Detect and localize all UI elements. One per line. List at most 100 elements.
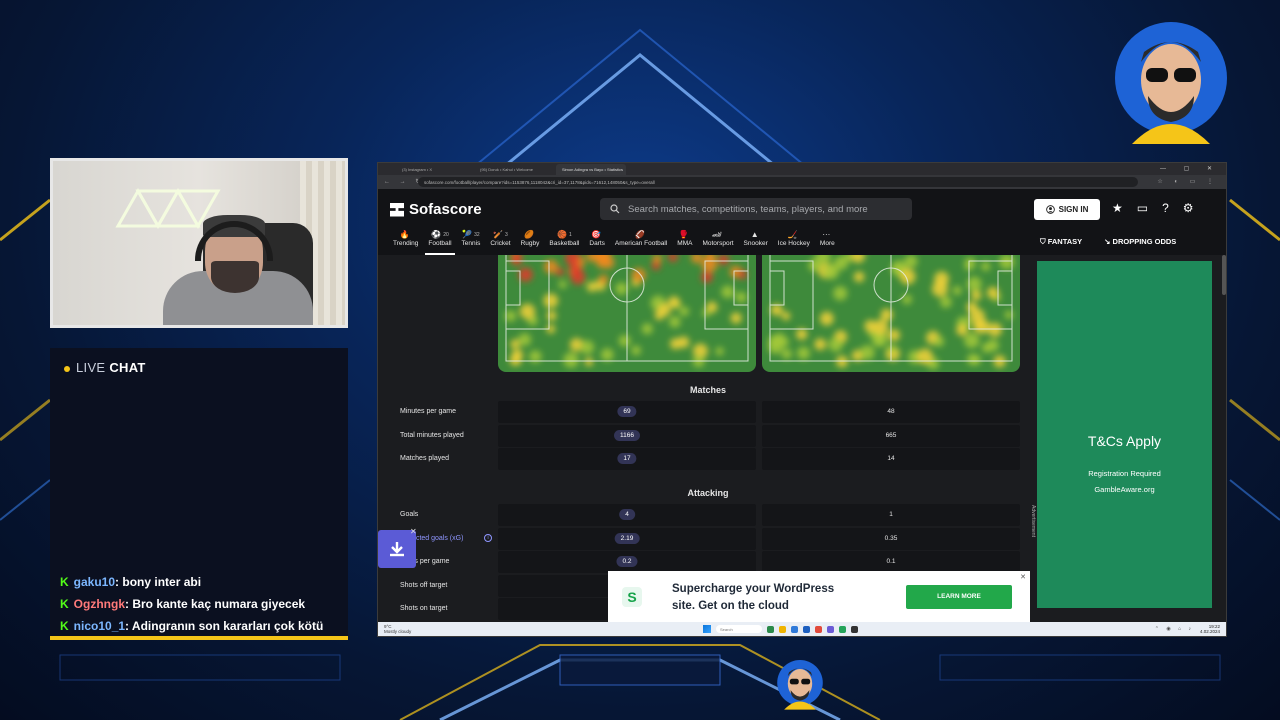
- sport-count: 20: [443, 231, 449, 238]
- sport-tab-motorsport[interactable]: 🏎 Motorsport: [697, 229, 738, 255]
- kick-badge-icon: K: [60, 575, 69, 589]
- chat-text: : Bro kante kaç numara giyecek: [125, 597, 306, 611]
- sport-tab-tennis[interactable]: 🎾 32 Tennis: [457, 229, 486, 255]
- dropping-odds-link[interactable]: ↘ DROPPING ODDS: [1104, 237, 1176, 247]
- app-icon[interactable]: [767, 625, 774, 633]
- chat-text: : Adingranın son kararları çok kötü: [125, 619, 324, 633]
- ad-side-label: Advertisement: [1030, 505, 1036, 537]
- page-content: Matches Minutes per game 69 48 Total minute…: [378, 255, 1226, 624]
- windows-start-icon[interactable]: [703, 625, 711, 633]
- edge-icon[interactable]: [791, 625, 798, 633]
- stat-cell-player-2: 1: [762, 504, 1020, 526]
- stat-label: Shots on target: [400, 605, 448, 612]
- sport-tab-darts[interactable]: 🎯 Darts: [584, 229, 610, 255]
- stat-value-highlight: 69: [617, 406, 637, 417]
- stat-label: Total minutes played: [400, 431, 464, 439]
- sport-tab-snooker[interactable]: ▲ Snooker: [739, 229, 773, 255]
- sign-in-button[interactable]: SIGN IN: [1034, 199, 1100, 220]
- favorites-star-icon[interactable]: ★: [1112, 201, 1123, 215]
- stat-row: Minutes per game 69 48: [390, 401, 1026, 423]
- download-icon: [390, 542, 404, 557]
- info-icon[interactable]: i: [484, 533, 492, 542]
- stat-cell-player-2: 14: [762, 448, 1020, 470]
- sport-icon: 🏎: [711, 230, 723, 239]
- sport-label: Darts: [589, 240, 605, 247]
- sofascore-logo[interactable]: Sofascore: [390, 201, 482, 218]
- search-placeholder: Search matches, competitions, teams, pla…: [628, 203, 868, 215]
- browser-tab[interactable]: (3) Instagram • X: [396, 164, 478, 175]
- banner-close-icon[interactable]: ✕: [1020, 573, 1026, 581]
- stat-label: Goals: [400, 511, 419, 518]
- address-bar[interactable]: sofascore.com/football/player/compare?id…: [418, 177, 1138, 187]
- sport-count: 32: [474, 231, 480, 238]
- system-tray-icon[interactable]: ⌃ ◉ ⌂ ♪: [1155, 626, 1194, 632]
- sport-label: Motorsport: [702, 240, 734, 247]
- chrome-icon[interactable]: [815, 625, 822, 633]
- sport-label: More: [819, 240, 835, 247]
- tv-icon[interactable]: ▭: [1137, 201, 1148, 215]
- store-icon[interactable]: [803, 625, 810, 633]
- sport-tab-more[interactable]: ··· More: [815, 229, 840, 255]
- sport-tab-ice-hockey[interactable]: 🏒 Ice Hockey: [773, 229, 815, 255]
- sport-icon: ···: [822, 230, 831, 239]
- dropping-odds-label: DROPPING ODDS: [1112, 237, 1177, 246]
- banner-line-1: Supercharge your WordPress: [672, 583, 835, 595]
- chat-username[interactable]: nico10_1: [74, 619, 125, 633]
- ad-line-2: GambleAware.org: [1094, 485, 1155, 494]
- chat-username[interactable]: gaku10: [74, 575, 115, 589]
- sport-tab-rugby[interactable]: 🏉 Rugby: [516, 229, 545, 255]
- scrollbar[interactable]: [1222, 255, 1226, 295]
- chat-username[interactable]: Ogzhngk: [74, 597, 125, 611]
- wordpress-ad-banner[interactable]: S Supercharge your WordPress site. Get o…: [608, 571, 1030, 623]
- taskbar-search[interactable]: Search: [716, 625, 762, 633]
- stat-value-highlight: 4: [619, 509, 635, 520]
- fantasy-link[interactable]: ⛉ FANTASY: [1040, 237, 1082, 247]
- spotify-icon[interactable]: [839, 625, 846, 633]
- banner-text: Supercharge your WordPress site. Get on …: [672, 581, 834, 615]
- sport-tab-football[interactable]: ⚽ 20 Football: [423, 229, 456, 255]
- obs-icon[interactable]: [851, 625, 858, 633]
- live-label: LIVE: [76, 360, 106, 375]
- learn-more-button[interactable]: LEARN MORE: [906, 585, 1012, 609]
- chat-underline: [50, 636, 348, 640]
- stat-row: Expected goals (xG) i 2.19 0.35: [390, 527, 1026, 550]
- folder-icon[interactable]: [779, 625, 786, 633]
- sport-tab-american-football[interactable]: 🏈 American Football: [610, 229, 672, 255]
- stat-label: Shots off target: [400, 581, 448, 589]
- clock-date: 4.02.2024: [1199, 629, 1220, 634]
- sport-icon: 🏈: [635, 230, 646, 239]
- ad-title: T&Cs Apply: [1087, 433, 1162, 449]
- stat-row: Total minutes played 1166 665: [390, 424, 1026, 447]
- kick-badge-icon: K: [60, 619, 69, 633]
- taskbar-clock[interactable]: 19:22 4.02.2024: [1200, 624, 1220, 634]
- browser-tab[interactable]: (95) Doruk • Kahul • Welcome: [474, 164, 556, 175]
- webcam-feed: [50, 158, 348, 328]
- download-close-icon[interactable]: ✕: [410, 527, 417, 536]
- logo-text: Sofascore: [409, 201, 482, 218]
- advertisement-panel[interactable]: T&Cs Apply Registration Required GambleA…: [1037, 261, 1212, 608]
- stat-value: 1: [889, 511, 893, 518]
- search-input[interactable]: Search matches, competitions, teams, pla…: [600, 198, 912, 220]
- sports-nav: 🔥 Trending ⚽ 20 Football 🎾 32 Tennis 🏏 3 Cricket 🏉 R…: [388, 229, 840, 255]
- sport-tab-mma[interactable]: 🥊 MMA: [672, 229, 697, 255]
- browser-tab-active[interactable]: Simon Adingra vs Bayo • Statistics: [556, 164, 626, 175]
- weather-widget[interactable]: 9°C Mostly cloudy: [384, 624, 411, 634]
- sport-tab-cricket[interactable]: 🏏 3 Cricket: [485, 229, 515, 255]
- settings-gear-icon[interactable]: ⚙: [1183, 201, 1194, 215]
- sport-label: Rugby: [520, 240, 540, 247]
- sport-label: MMA: [677, 240, 693, 247]
- window-controls[interactable]: — ▢ ✕: [1160, 165, 1220, 172]
- stat-value-highlight: 1166: [614, 429, 640, 441]
- address-bar-row: ← → ↻ sofascore.com/football/player/comp…: [378, 175, 1226, 189]
- sofascore-page: Sofascore Search matches, competitions, …: [378, 189, 1226, 624]
- ad-line-1: Registration Required: [1088, 469, 1161, 478]
- stat-value: 14: [887, 455, 895, 462]
- sport-tab-trending[interactable]: 🔥 Trending: [388, 229, 423, 255]
- sport-icon: 🎯: [591, 230, 602, 239]
- browser-tab-bar: (3) Instagram • X (95) Doruk • Kahul • W…: [378, 163, 1226, 175]
- extensions-icon[interactable]: ☆ ◐ ▭ ⋮: [1157, 178, 1218, 185]
- help-icon[interactable]: ?: [1162, 201, 1169, 215]
- sport-tab-basketball[interactable]: 🏀 1 Basketball: [544, 229, 584, 255]
- search-icon: [610, 204, 620, 214]
- discord-icon[interactable]: [827, 625, 834, 633]
